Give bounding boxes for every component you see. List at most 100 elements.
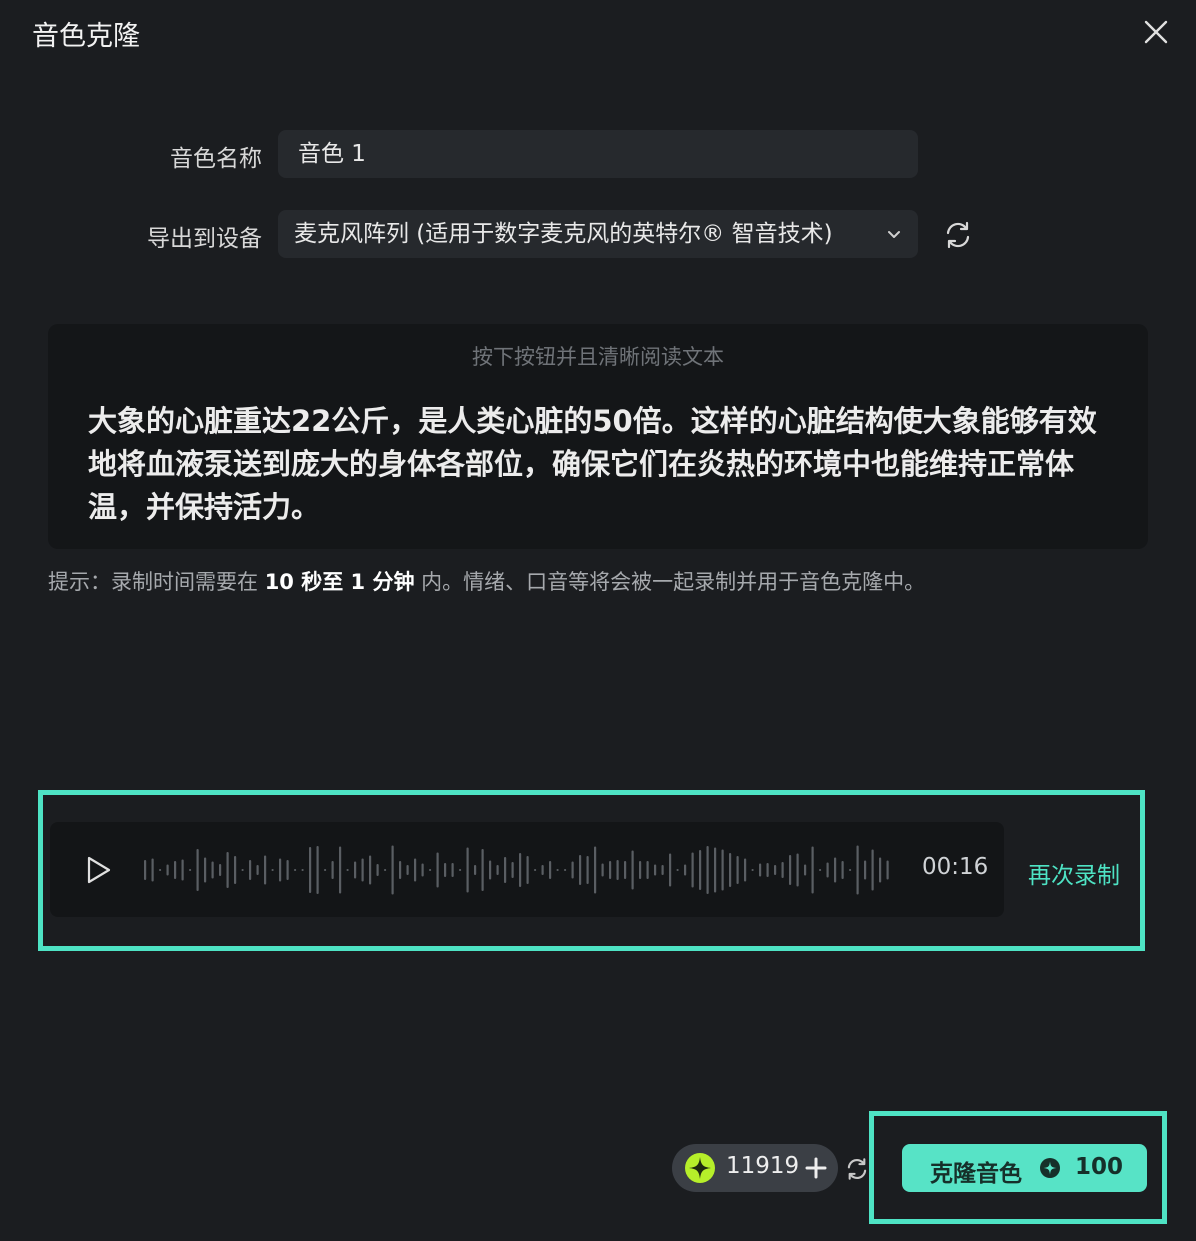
- waveform-bar: [316, 846, 319, 894]
- waveform-bar: [714, 847, 717, 893]
- waveform-bar: [234, 856, 237, 884]
- waveform-bar: [481, 849, 484, 891]
- play-icon[interactable]: [84, 854, 114, 886]
- waveform-bar: [211, 861, 214, 879]
- waveform-bar: [541, 865, 544, 875]
- recording-duration: 00:16: [922, 854, 989, 880]
- name-label: 音色名称: [170, 146, 262, 172]
- refresh-icon[interactable]: [844, 1156, 870, 1182]
- waveform-bar: [624, 861, 627, 879]
- waveform-bar: [549, 861, 552, 879]
- waveform-bar: [684, 864, 687, 876]
- waveform-bar: [586, 856, 589, 884]
- waveform-bar: [766, 863, 769, 877]
- plus-icon[interactable]: [804, 1156, 828, 1180]
- waveform-bar: [151, 858, 154, 882]
- waveform-bar: [459, 869, 462, 871]
- waveform-bar: [744, 858, 747, 882]
- waveform-bar: [864, 860, 867, 880]
- waveform-bar: [204, 857, 207, 883]
- waveform-bar: [886, 860, 889, 880]
- waveform-bar: [286, 860, 289, 880]
- chevron-down-icon: [888, 231, 900, 238]
- refresh-icon[interactable]: [942, 219, 974, 251]
- waveform-bar: [271, 869, 274, 871]
- waveform-bar: [579, 855, 582, 885]
- waveform-bar: [609, 861, 612, 879]
- waveform-bar: [399, 861, 402, 879]
- waveform-bar: [646, 861, 649, 879]
- clone-voice-button[interactable]: 克隆音色 100: [902, 1144, 1147, 1192]
- waveform-bar: [429, 869, 432, 871]
- tip-suffix: 内。情绪、口音等将会被一起录制并用于音色克隆中。: [414, 570, 926, 594]
- waveform-bar: [811, 846, 814, 894]
- waveform-bar: [616, 860, 619, 880]
- waveform-bar: [331, 861, 334, 879]
- coin-icon: [1040, 1158, 1060, 1178]
- clone-cost: 100: [1075, 1154, 1124, 1180]
- waveform-bar: [444, 863, 447, 877]
- waveform-bar: [354, 861, 357, 879]
- waveform-bar: [189, 869, 192, 871]
- waveform-bar: [751, 869, 754, 871]
- device-select[interactable]: 麦克风阵列 (适用于数字麦克风的英特尔® 智音技术): [278, 210, 918, 258]
- waveform-bar: [414, 858, 417, 882]
- waveform-bar: [841, 861, 844, 879]
- waveform-bar: [601, 863, 604, 877]
- waveform-bar: [339, 846, 342, 894]
- waveform-bar: [309, 847, 312, 893]
- waveform-bar: [519, 853, 522, 887]
- waveform-bar: [849, 869, 852, 871]
- waveform-bar: [796, 853, 799, 887]
- waveform-bar: [631, 850, 634, 890]
- waveform-bar: [496, 865, 499, 875]
- rerecord-button[interactable]: 再次录制: [1028, 856, 1120, 890]
- waveform-bar: [669, 853, 672, 887]
- waveform-bar: [729, 853, 732, 887]
- voice-name-input[interactable]: [278, 130, 918, 178]
- waveform-bar: [504, 857, 507, 883]
- waveform-bar: [474, 865, 477, 875]
- reading-hint: 按下按钮并且清晰阅读文本: [472, 345, 724, 369]
- credit-gem-icon: [685, 1153, 715, 1183]
- waveform-bar: [639, 861, 642, 879]
- waveform-bar: [219, 864, 222, 876]
- waveform-bar: [324, 869, 327, 871]
- waveform-bar: [691, 852, 694, 888]
- waveform-bar: [384, 869, 387, 871]
- waveform-bar: [856, 845, 859, 895]
- reading-text: 大象的心脏重达22公斤，是人类心脏的50倍。这样的心脏结构使大象能够有效地将血液…: [88, 404, 1097, 524]
- waveform-bar: [489, 860, 492, 880]
- waveform-bar: [301, 869, 304, 871]
- waveform-bar: [144, 860, 147, 880]
- waveform-bar: [264, 855, 267, 885]
- credits-pill: 11919: [672, 1144, 838, 1192]
- waveform-bar: [556, 869, 559, 871]
- waveform-bar: [256, 865, 259, 875]
- waveform-bar: [736, 856, 739, 884]
- reading-panel: 按下按钮并且清晰阅读文本 大象的心脏重达22公斤，是人类心脏的50倍。这样的心脏…: [48, 324, 1148, 549]
- recording-tip: 提示：录制时间需要在 10 秒至 1 分钟 内。情绪、口音等将会被一起录制并用于…: [48, 566, 925, 596]
- waveform-bar: [676, 869, 679, 871]
- waveform-bar: [804, 864, 807, 876]
- waveform[interactable]: [142, 844, 950, 896]
- waveform-bar: [759, 863, 762, 877]
- waveform-bar: [421, 863, 424, 877]
- waveform-bar: [181, 859, 184, 881]
- waveform-bar: [594, 846, 597, 894]
- waveform-bar: [721, 849, 724, 891]
- close-icon[interactable]: [1140, 16, 1172, 48]
- tip-prefix: 提示：录制时间需要在: [48, 570, 265, 594]
- dialog-title: 音色克隆: [32, 21, 140, 52]
- waveform-bar: [871, 849, 874, 891]
- waveform-bar: [511, 862, 514, 878]
- device-label: 导出到设备: [147, 226, 262, 252]
- audio-player: 00:16: [50, 822, 1004, 917]
- waveform-bar: [196, 849, 199, 891]
- waveform-bar: [369, 855, 372, 885]
- waveform-bar: [571, 861, 574, 879]
- waveform-bar: [174, 861, 177, 879]
- waveform-bar: [159, 869, 162, 871]
- waveform-bar: [466, 847, 469, 893]
- waveform-bar: [834, 857, 837, 883]
